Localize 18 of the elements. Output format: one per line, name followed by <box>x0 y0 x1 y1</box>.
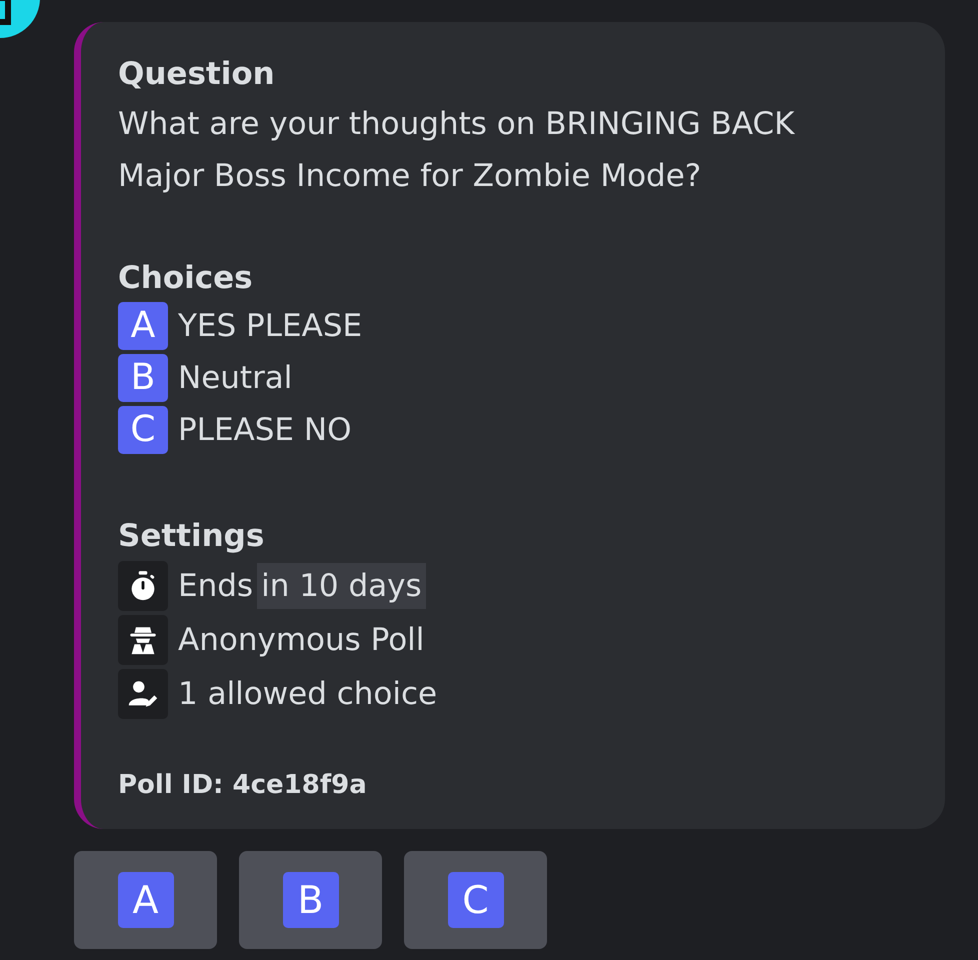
choice-label: PLEASE NO <box>178 410 352 450</box>
section-heading: Settings <box>118 517 266 556</box>
vote-button[interactable]: B <box>239 851 382 949</box>
section-heading: Question <box>118 55 276 94</box>
setting-label: 1 allowed choice <box>178 674 438 714</box>
vote-button[interactable]: C <box>404 851 547 949</box>
choice-label: YES PLEASE <box>178 306 362 346</box>
section-heading: Choices <box>118 259 254 298</box>
letter-emoji: B <box>118 354 168 402</box>
setting-label: Anonymous Poll <box>178 620 424 660</box>
letter-emoji: C <box>118 406 168 454</box>
poll-id: Poll ID: 4ce18f9a <box>118 769 368 802</box>
setting-label: Ends <box>178 566 254 606</box>
choice-label: Neutral <box>178 358 292 398</box>
letter-emoji: A <box>118 302 168 350</box>
vote-button[interactable]: A <box>74 851 217 949</box>
timestamp[interactable]: in 10 days <box>257 562 426 610</box>
question-text: What are your thoughts on BRINGING BACK Major Boss Income for Zombie Mode? <box>118 105 796 196</box>
